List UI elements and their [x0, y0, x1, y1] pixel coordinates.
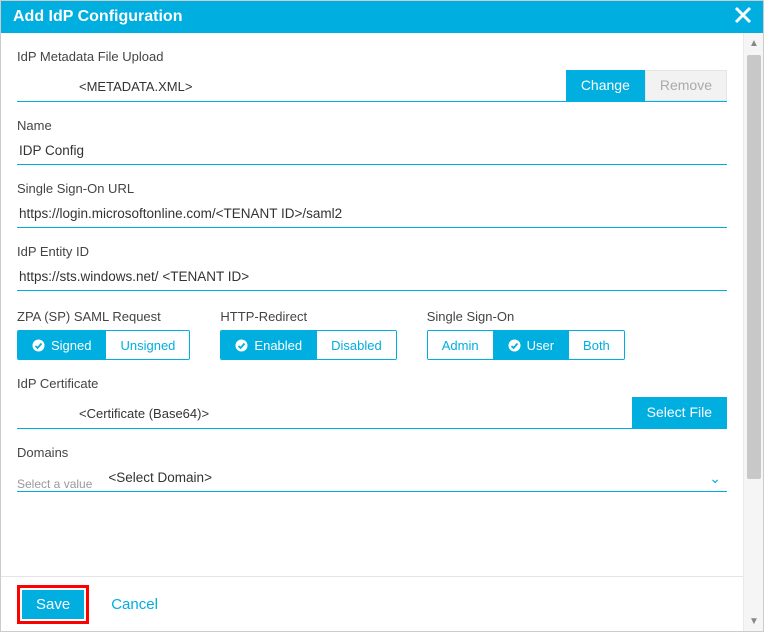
metadata-value[interactable]: <METADATA.XML> — [77, 73, 566, 101]
ssourl-input[interactable]: https://login.microsoftonline.com/<TENAN… — [17, 202, 727, 228]
http-toggle-group: HTTP-Redirect Enabled Disabled — [220, 309, 396, 360]
cert-value[interactable]: <Certificate (Base64)> — [77, 400, 632, 428]
dialog-title: Add IdP Configuration — [13, 8, 182, 26]
check-icon — [235, 339, 248, 352]
sso-admin-option[interactable]: Admin — [428, 331, 494, 359]
close-icon[interactable] — [733, 5, 753, 30]
dialog-titlebar: Add IdP Configuration — [1, 1, 763, 33]
http-enabled-label: Enabled — [254, 338, 302, 353]
save-highlight: Save — [17, 585, 89, 624]
saml-segmented: Signed Unsigned — [17, 330, 190, 360]
saml-unsigned-option[interactable]: Unsigned — [106, 331, 189, 359]
sso-user-label: User — [527, 338, 554, 353]
entity-input[interactable]: https://sts.windows.net/ <TENANT ID> — [17, 265, 727, 291]
entity-tenant: <TENANT ID> — [162, 269, 249, 284]
domains-label: Domains — [17, 445, 727, 460]
entity-label: IdP Entity ID — [17, 244, 727, 259]
http-segmented: Enabled Disabled — [220, 330, 396, 360]
entity-prefix: https://sts.windows.net/ — [19, 269, 162, 284]
ssourl-label: Single Sign-On URL — [17, 181, 727, 196]
http-label: HTTP-Redirect — [220, 309, 396, 324]
name-label: Name — [17, 118, 727, 133]
dialog-footer: Save Cancel — [1, 576, 743, 631]
saml-toggle-group: ZPA (SP) SAML Request Signed Unsigned — [17, 309, 190, 360]
domains-value: <Select Domain> — [106, 466, 703, 491]
select-file-button[interactable]: Select File — [632, 397, 727, 428]
scroll-up-icon[interactable]: ▲ — [744, 33, 764, 53]
cert-label: IdP Certificate — [17, 376, 727, 391]
check-icon — [32, 339, 45, 352]
saml-signed-label: Signed — [51, 338, 91, 353]
saml-signed-option[interactable]: Signed — [18, 331, 106, 359]
sso-segmented: Admin User Both — [427, 330, 625, 360]
scrollbar[interactable]: ▲ ▼ — [743, 33, 763, 631]
saml-label: ZPA (SP) SAML Request — [17, 309, 190, 324]
chevron-down-icon: ⌄ — [703, 470, 727, 491]
sso-label: Single Sign-On — [427, 309, 625, 324]
cancel-button[interactable]: Cancel — [111, 596, 158, 613]
ssourl-tenant: <TENANT ID> — [216, 206, 303, 221]
sso-both-option[interactable]: Both — [569, 331, 624, 359]
sso-user-option[interactable]: User — [494, 331, 569, 359]
metadata-row: <METADATA.XML> Change Remove — [17, 70, 727, 102]
http-disabled-option[interactable]: Disabled — [317, 331, 396, 359]
dialog: Add IdP Configuration IdP Metadata File … — [0, 0, 764, 632]
cert-row: <Certificate (Base64)> Select File — [17, 397, 727, 429]
save-button[interactable]: Save — [22, 590, 84, 619]
scroll-down-icon[interactable]: ▼ — [744, 611, 764, 631]
metadata-label: IdP Metadata File Upload — [17, 49, 727, 64]
remove-button: Remove — [645, 70, 727, 101]
check-icon — [508, 339, 521, 352]
dialog-body: IdP Metadata File Upload <METADATA.XML> … — [1, 33, 743, 576]
sso-toggle-group: Single Sign-On Admin User Both — [427, 309, 625, 360]
http-enabled-option[interactable]: Enabled — [221, 331, 317, 359]
scroll-thumb[interactable] — [747, 55, 761, 479]
ssourl-prefix: https://login.microsoftonline.com/ — [19, 206, 216, 221]
change-button[interactable]: Change — [566, 70, 645, 101]
name-input[interactable]: IDP Config — [17, 139, 727, 165]
ssourl-suffix: /saml2 — [302, 206, 342, 221]
domains-select[interactable]: Select a value <Select Domain> ⌄ — [17, 466, 727, 492]
domains-placeholder: Select a value — [17, 477, 92, 491]
toggle-row: ZPA (SP) SAML Request Signed Unsigned HT… — [17, 309, 727, 360]
